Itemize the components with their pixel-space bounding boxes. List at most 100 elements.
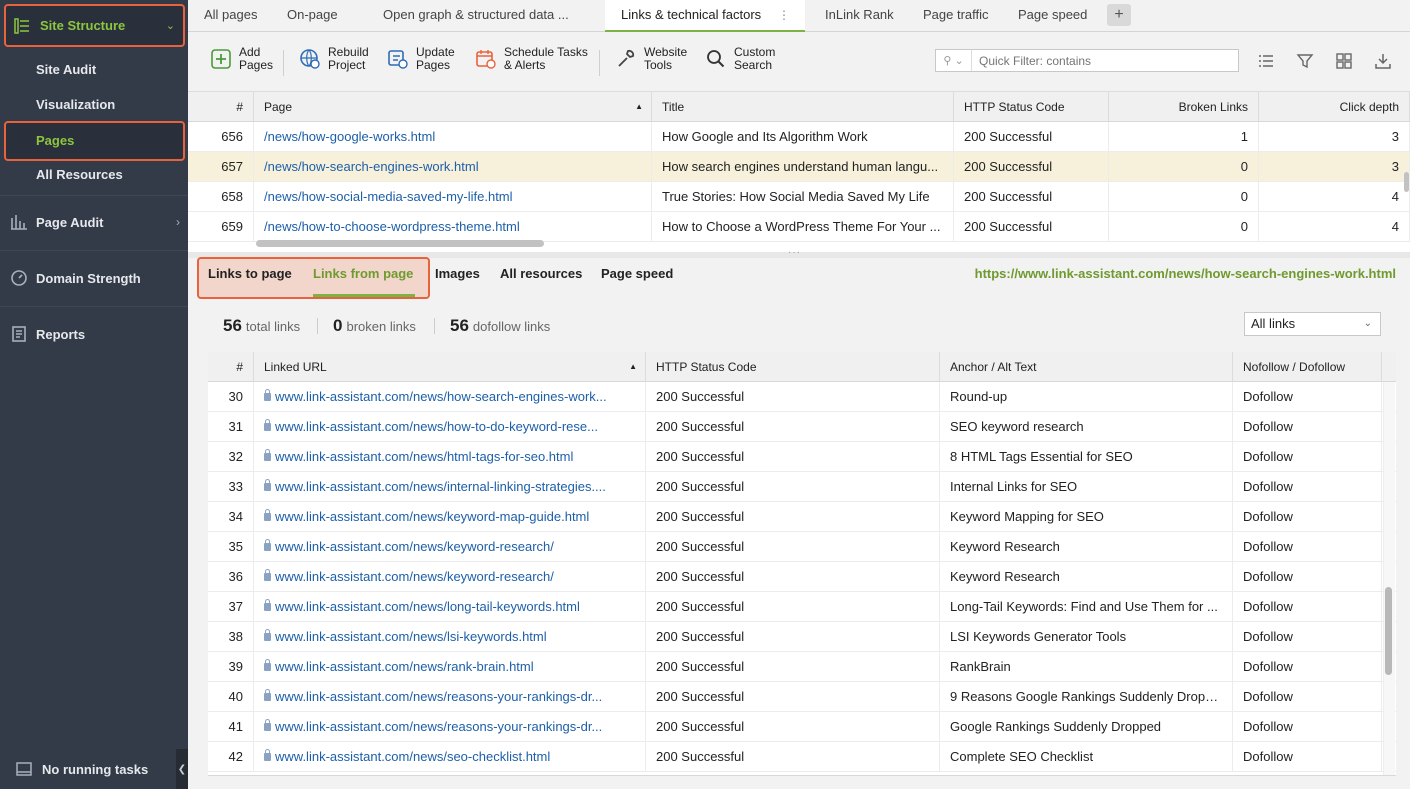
page-link[interactable]: /news/how-social-media-saved-my-life.htm… [254,182,652,212]
add-tab-button[interactable]: + [1107,4,1131,26]
http-status: 200 Successful [646,742,940,772]
table-row[interactable]: 38 www.link-assistant.com/news/lsi-keywor… [208,622,1396,652]
export-icon[interactable] [1374,52,1392,70]
divider [0,250,188,251]
col-header-click-depth[interactable]: Click depth [1259,92,1410,122]
add-pages-button[interactable]: Add Pages [210,46,273,72]
sidebar-item-all-resources[interactable]: All Resources [36,167,123,182]
col-header-title[interactable]: Title [652,92,954,122]
update-pages-button[interactable]: Update Pages [387,46,455,72]
linked-url[interactable]: www.link-assistant.com/news/rank-brain.h… [254,652,646,682]
grid-view-icon[interactable] [1335,52,1353,70]
linked-url[interactable]: www.link-assistant.com/news/reasons-your… [254,682,646,712]
http-status: 200 Successful [646,562,940,592]
linked-url[interactable]: www.link-assistant.com/news/keyword-rese… [254,562,646,592]
tab-open-graph[interactable]: Open graph & structured data ... [367,0,585,31]
site-structure-menu[interactable]: Site Structure ⌄ [4,4,185,47]
anchor-text: 8 HTML Tags Essential for SEO [940,442,1233,472]
linked-url[interactable]: www.link-assistant.com/news/keyword-rese… [254,532,646,562]
col-header-index[interactable]: # [208,352,254,382]
sidebar-item-page-audit[interactable]: Page Audit › [10,213,180,231]
table-row[interactable]: 36 www.link-assistant.com/news/keyword-re… [208,562,1396,592]
row-index: 31 [208,412,254,442]
tab-page-traffic[interactable]: Page traffic [907,0,1005,31]
collapse-sidebar-button[interactable]: ❮ [176,749,188,789]
col-header-page[interactable]: Page ▲ [254,92,652,122]
anchor-text: Complete SEO Checklist [940,742,1233,772]
linked-url[interactable]: www.link-assistant.com/news/internal-lin… [254,472,646,502]
col-header-http-status[interactable]: HTTP Status Code [646,352,940,382]
table-row[interactable]: 37 www.link-assistant.com/news/long-tail-… [208,592,1396,622]
table-row[interactable]: 31 www.link-assistant.com/news/how-to-do-… [208,412,1396,442]
col-header-http-status[interactable]: HTTP Status Code [954,92,1109,122]
linked-url[interactable]: www.link-assistant.com/news/reasons-your… [254,712,646,742]
links-type-select[interactable]: All links ⌄ [1244,312,1381,336]
tab-all-pages[interactable]: All pages [188,0,273,31]
col-header-broken-links[interactable]: Broken Links [1109,92,1259,122]
table-row[interactable]: 41 www.link-assistant.com/news/reasons-yo… [208,712,1396,742]
table-row[interactable]: 34 www.link-assistant.com/news/keyword-ma… [208,502,1396,532]
chevron-down-icon: ⌄ [1363,318,1372,329]
table-row-selected[interactable]: 657 /news/how-search-engines-work.html H… [188,152,1410,182]
sidebar-item-site-audit[interactable]: Site Audit [36,62,96,77]
sidebar-item-visualization[interactable]: Visualization [36,97,115,112]
broken-links: 0 [1109,152,1259,182]
list-view-icon[interactable] [1257,52,1275,70]
table-row[interactable]: 658 /news/how-social-media-saved-my-life… [188,182,1410,212]
broken-links: 0 [1109,182,1259,212]
linked-url[interactable]: www.link-assistant.com/news/html-tags-fo… [254,442,646,472]
subtab-all-resources[interactable]: All resources [500,266,582,281]
http-status: 200 Successful [646,412,940,442]
tab-inlink-rank[interactable]: InLink Rank [809,0,910,31]
sidebar-item-pages[interactable]: Pages [4,121,185,161]
current-page-url[interactable]: https://www.link-assistant.com/news/how-… [975,266,1396,281]
sidebar-item-domain-strength[interactable]: Domain Strength [10,269,180,287]
subtab-links-from-page[interactable]: Links from page [313,266,413,281]
linked-url[interactable]: www.link-assistant.com/news/keyword-map-… [254,502,646,532]
broken-links-count: 0 [333,316,343,335]
running-tasks[interactable]: No running tasks [0,749,176,789]
custom-search-button[interactable]: Custom Search [705,46,775,72]
page-link[interactable]: /news/how-to-choose-wordpress-theme.html [254,212,652,242]
http-status: 200 Successful [646,712,940,742]
tab-links-technical[interactable]: Links & technical factors [605,0,805,32]
quick-filter-input[interactable] [972,53,1232,68]
col-header-follow[interactable]: Nofollow / Dofollow [1233,352,1382,382]
filter-icon[interactable] [1296,52,1314,70]
linked-url[interactable]: www.link-assistant.com/news/lsi-keywords… [254,622,646,652]
linked-url[interactable]: www.link-assistant.com/news/how-to-do-ke… [254,412,646,442]
linked-url[interactable]: www.link-assistant.com/news/long-tail-ke… [254,592,646,622]
table-row[interactable]: 39 www.link-assistant.com/news/rank-brain… [208,652,1396,682]
table-row[interactable]: 30 www.link-assistant.com/news/how-search… [208,382,1396,412]
col-header-index[interactable]: # [188,92,254,122]
table-row[interactable]: 40 www.link-assistant.com/news/reasons-yo… [208,682,1396,712]
filter-search-dropdown[interactable]: ⚲ ⌄ [936,50,972,71]
linked-url[interactable]: www.link-assistant.com/news/seo-checklis… [254,742,646,772]
sidebar-item-reports[interactable]: Reports [10,325,180,343]
table-row[interactable]: 32 www.link-assistant.com/news/html-tags-… [208,442,1396,472]
table-row[interactable]: 656 /news/how-google-works.html How Goog… [188,122,1410,152]
tab-menu-icon[interactable]: ⋮ [778,8,790,22]
tab-page-speed[interactable]: Page speed [1002,0,1103,31]
table-row[interactable]: 33 www.link-assistant.com/news/internal-l… [208,472,1396,502]
rebuild-project-button[interactable]: Rebuild Project [299,46,369,72]
table-row[interactable]: 35 www.link-assistant.com/news/keyword-re… [208,532,1396,562]
subtab-page-speed[interactable]: Page speed [601,266,673,281]
tasks-icon [16,762,32,776]
schedule-tasks-button[interactable]: Schedule Tasks & Alerts [475,46,588,72]
col-header-linked-url[interactable]: Linked URL ▲ [254,352,646,382]
row-index: 36 [208,562,254,592]
page-link[interactable]: /news/how-google-works.html [254,122,652,152]
linked-url[interactable]: www.link-assistant.com/news/how-search-e… [254,382,646,412]
vertical-scrollbar[interactable] [1385,587,1392,675]
horizontal-scrollbar[interactable] [256,240,544,247]
table-row[interactable]: 659 /news/how-to-choose-wordpress-theme.… [188,212,1410,242]
col-header-anchor[interactable]: Anchor / Alt Text [940,352,1233,382]
table-row[interactable]: 42 www.link-assistant.com/news/seo-checkl… [208,742,1396,772]
vertical-scrollbar[interactable] [1404,172,1409,192]
website-tools-button[interactable]: Website Tools [615,46,687,72]
page-link[interactable]: /news/how-search-engines-work.html [254,152,652,182]
subtab-images[interactable]: Images [435,266,480,281]
subtab-links-to-page[interactable]: Links to page [208,266,292,281]
tab-on-page[interactable]: On-page [271,0,354,31]
